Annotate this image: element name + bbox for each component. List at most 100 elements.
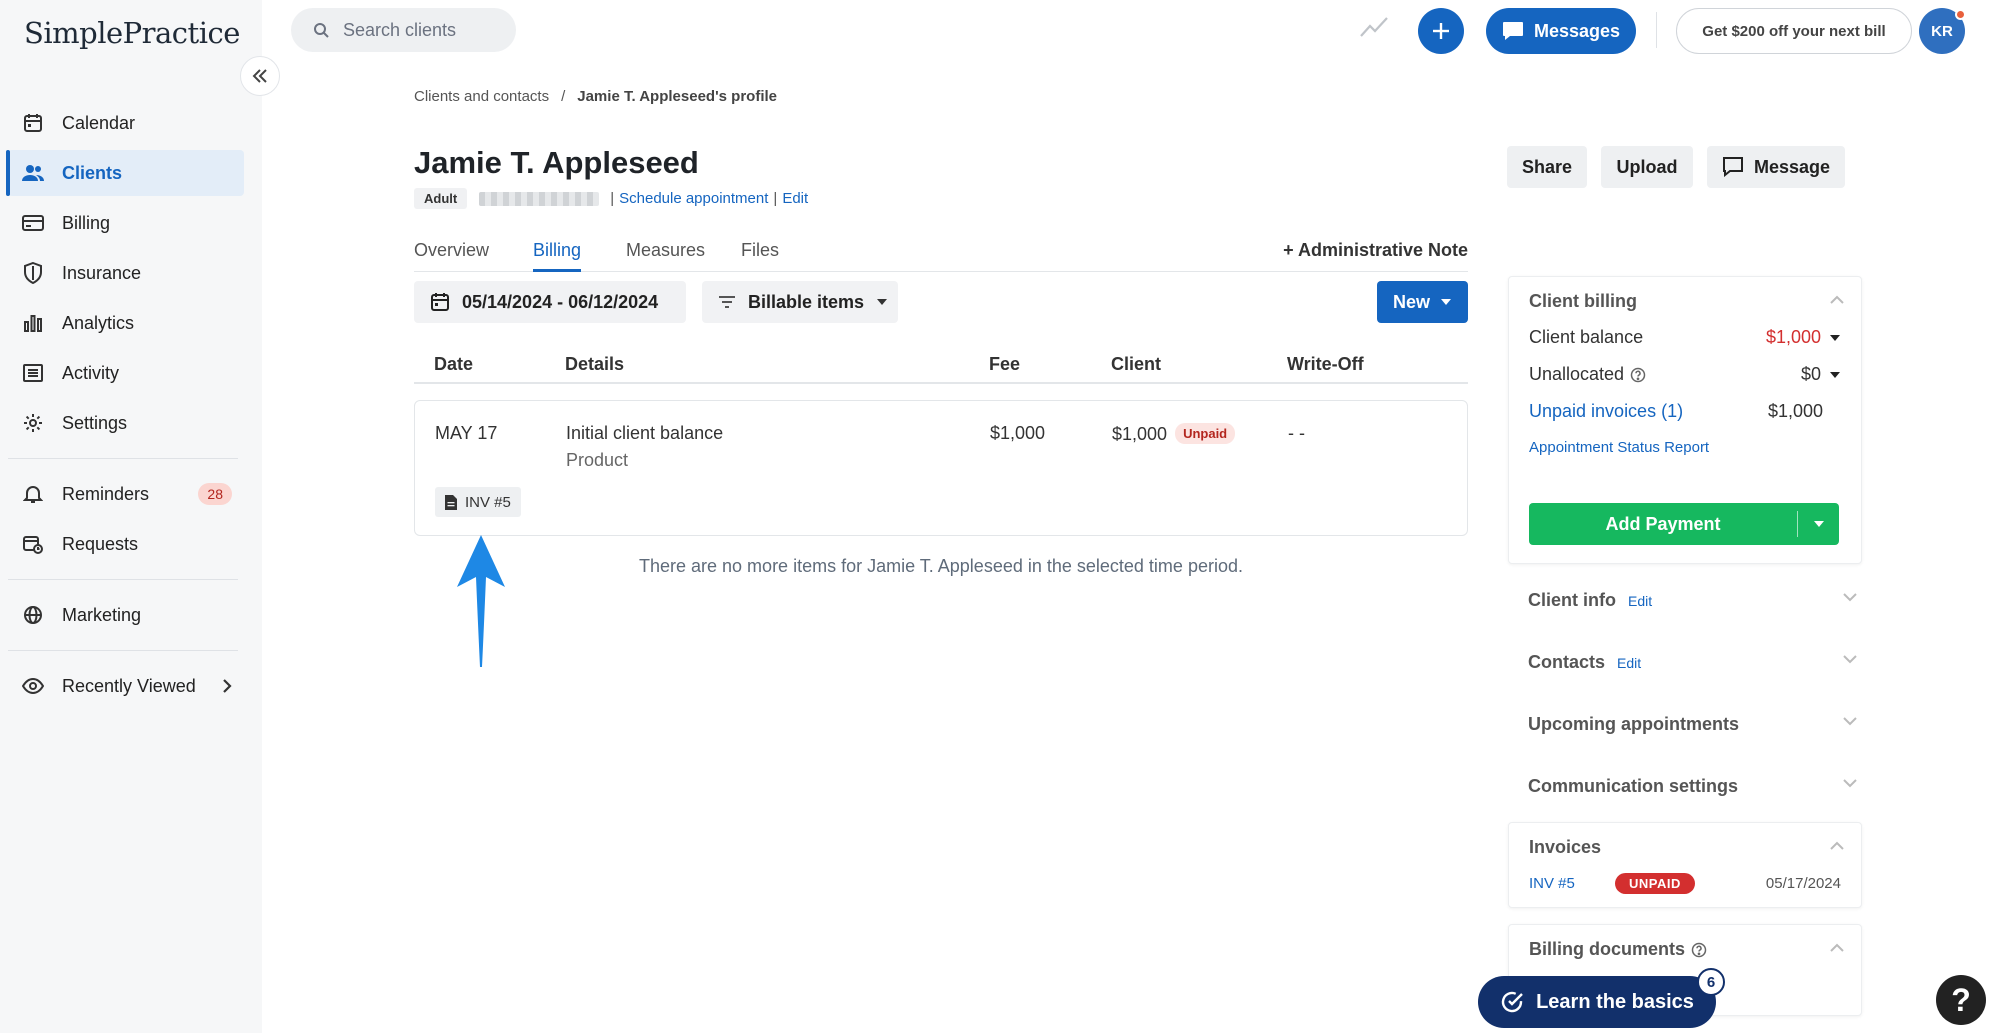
sidebar-item-settings[interactable]: Settings [8, 400, 244, 446]
billing-table-header: Date Details Fee Client Write-Off [414, 346, 1468, 384]
upcoming-appointments-section[interactable]: Upcoming appointments [1528, 714, 1858, 735]
sidebar-item-marketing[interactable]: Marketing [8, 592, 244, 638]
help-circle-icon[interactable] [1630, 367, 1646, 383]
table-row[interactable]: MAY 17 Initial client balance Product $1… [414, 400, 1468, 536]
chevron-up-icon[interactable] [1829, 841, 1845, 851]
messages-button[interactable]: Messages [1486, 8, 1636, 54]
date-range-picker[interactable]: 05/14/2024 - 06/12/2024 [414, 281, 686, 323]
invoice-date: 05/17/2024 [1765, 875, 1841, 892]
help-button[interactable]: ? [1936, 975, 1986, 1025]
sidebar-item-recently-viewed[interactable]: Recently Viewed [8, 663, 244, 709]
client-type-badge: Adult [414, 188, 468, 209]
sidebar-item-reminders[interactable]: Reminders 28 [8, 471, 244, 517]
contacts-section[interactable]: Contacts Edit [1528, 652, 1858, 673]
search-input[interactable]: Search clients [291, 8, 516, 52]
tab-billing[interactable]: Billing [533, 240, 582, 272]
sidebar-item-label: Billing [62, 212, 111, 233]
sidebar-item-label: Settings [62, 412, 128, 433]
collapse-sidebar-button[interactable] [240, 56, 280, 96]
sidebar: SimplePractice Calendar Clients Billing … [0, 0, 262, 1033]
chevron-down-icon [1842, 592, 1858, 602]
breadcrumb-parent-link[interactable]: Clients and contacts [414, 88, 549, 105]
chevron-down-icon [1842, 778, 1858, 788]
invoice-chip[interactable]: INV #5 [435, 487, 521, 517]
sidebar-item-analytics[interactable]: Analytics [8, 300, 244, 346]
upload-button[interactable]: Upload [1601, 146, 1693, 188]
promo-button[interactable]: Get $200 off your next bill [1676, 8, 1912, 54]
list-icon [22, 362, 44, 384]
quick-add-button[interactable] [1418, 8, 1464, 54]
share-button[interactable]: Share [1507, 146, 1587, 188]
messages-label: Messages [1533, 20, 1621, 41]
chat-bubble-icon [1502, 21, 1524, 41]
client-info-edit-link[interactable]: Edit [1628, 593, 1652, 609]
filter-label: Billable items [748, 291, 865, 312]
schedule-appointment-link[interactable]: Schedule appointment [619, 190, 768, 207]
billing-documents-header: Billing documents [1529, 939, 1707, 960]
invoice-row[interactable]: INV #5 UNPAID 05/17/2024 [1529, 873, 1841, 894]
unallocated-dropdown[interactable]: $0 [1801, 364, 1841, 385]
row-client-amount: $1,000 Unpaid [1112, 423, 1236, 445]
communication-settings-section[interactable]: Communication settings [1528, 776, 1858, 797]
bell-icon [22, 483, 44, 505]
message-button[interactable]: Message [1707, 146, 1845, 188]
row-writeoff: - - [1288, 423, 1305, 443]
sidebar-item-label: Insurance [62, 262, 142, 283]
search-icon [313, 22, 329, 38]
tab-overview[interactable]: Overview [414, 240, 489, 269]
column-writeoff: Write-Off [1287, 354, 1364, 374]
chevron-up-icon[interactable] [1829, 943, 1845, 953]
users-icon [22, 162, 44, 184]
sidebar-item-label: Analytics [62, 312, 135, 333]
edit-client-link[interactable]: Edit [782, 190, 808, 207]
learn-the-basics-button[interactable]: Learn the basics [1478, 976, 1716, 1028]
new-button[interactable]: New [1377, 281, 1468, 323]
breadcrumb: Clients and contacts / Jamie T. Appleseed'… [414, 88, 777, 105]
caret-down-icon [1829, 371, 1841, 379]
document-icon [445, 494, 457, 510]
row-fee: $1,000 [990, 423, 1046, 443]
help-circle-icon[interactable] [1691, 942, 1707, 958]
invoice-link[interactable]: INV #5 [1529, 875, 1615, 892]
learn-count-badge: 6 [1697, 968, 1725, 996]
globe-icon [22, 604, 44, 626]
sidebar-item-label: Clients [62, 162, 123, 183]
column-details: Details [565, 354, 625, 374]
sidebar-divider [8, 458, 238, 459]
add-payment-button[interactable]: Add Payment [1529, 503, 1839, 545]
sidebar-item-label: Activity [62, 362, 120, 383]
status-badge: Unpaid [1175, 423, 1236, 444]
appointment-status-report-link[interactable]: Appointment Status Report [1529, 439, 1709, 456]
contacts-edit-link[interactable]: Edit [1617, 655, 1641, 671]
client-balance-dropdown[interactable]: $1,000 [1766, 327, 1841, 348]
sidebar-item-insurance[interactable]: Insurance [8, 250, 244, 296]
sidebar-item-billing[interactable]: Billing [8, 200, 244, 246]
chevron-up-icon[interactable] [1829, 295, 1845, 305]
unallocated-row: Unallocated $0 [1529, 364, 1841, 385]
app-logo[interactable]: SimplePractice [24, 16, 240, 50]
filter-icon [718, 295, 736, 309]
billable-items-filter[interactable]: Billable items [702, 281, 898, 323]
caret-down-icon [1813, 520, 1825, 528]
trend-icon[interactable] [1360, 16, 1388, 38]
sidebar-item-clients[interactable]: Clients [6, 150, 244, 196]
sidebar-item-activity[interactable]: Activity [8, 350, 244, 396]
topbar-divider [1656, 12, 1657, 48]
client-info-title: Client info [1528, 590, 1616, 610]
client-info-section[interactable]: Client info Edit [1528, 590, 1858, 611]
bar-chart-icon [22, 312, 44, 334]
tab-files[interactable]: Files [741, 240, 779, 269]
annotation-arrow [457, 535, 505, 667]
administrative-note-button[interactable]: + Administrative Note [1283, 240, 1468, 261]
page-title: Jamie T. Appleseed [414, 145, 699, 180]
client-billing-title: Client billing [1529, 291, 1637, 311]
sidebar-item-calendar[interactable]: Calendar [8, 100, 244, 146]
sidebar-item-label: Calendar [62, 112, 136, 133]
unpaid-invoices-link[interactable]: Unpaid invoices (1) [1529, 401, 1683, 422]
reminders-count-badge: 28 [198, 483, 232, 505]
breadcrumb-current: Jamie T. Appleseed's profile [577, 88, 777, 105]
tab-measures[interactable]: Measures [626, 240, 705, 269]
add-payment-dropdown[interactable] [1797, 511, 1839, 537]
row-date: MAY 17 [435, 423, 498, 443]
sidebar-item-requests[interactable]: Requests [8, 521, 244, 567]
